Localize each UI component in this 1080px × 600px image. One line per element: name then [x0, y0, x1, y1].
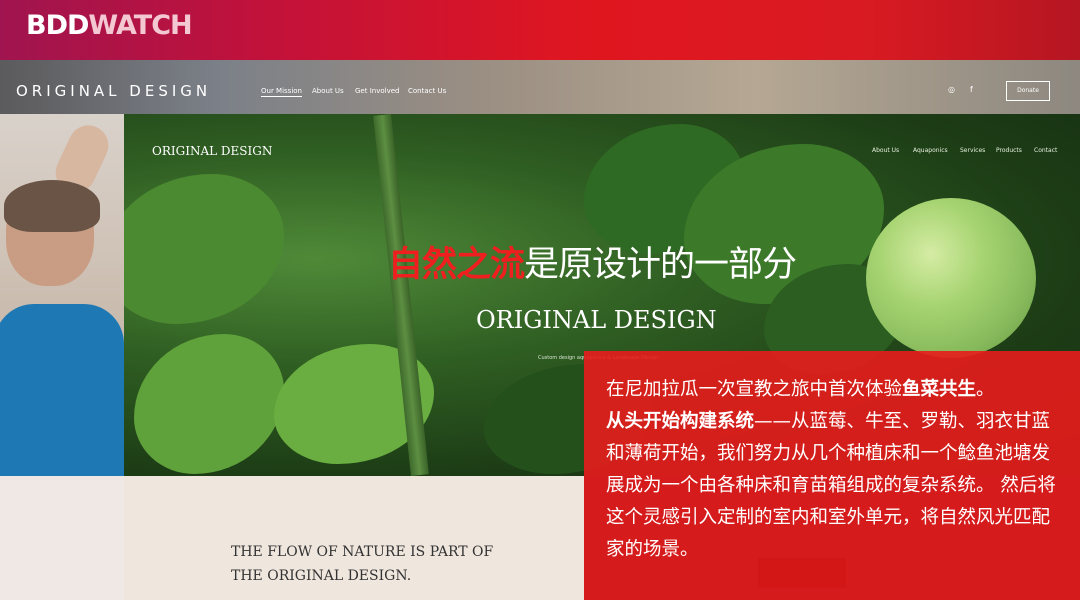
nav-our-mission[interactable]: Our Mission — [261, 87, 302, 97]
facebook-icon[interactable]: f — [970, 85, 973, 94]
site-logo[interactable]: ORIGINAL DESIGN — [16, 82, 211, 100]
brand-part1: BDD — [26, 10, 89, 41]
hero-nav-aquaponics[interactable]: Aquaponics — [913, 147, 948, 154]
caption-text: 在尼加拉瓜一次宣教之旅中首次体验鱼菜共生。从头开始构建系统——从蓝莓、牛至、罗勒… — [606, 374, 1066, 566]
hero-nav-about[interactable]: About Us — [872, 147, 899, 154]
child-photo — [0, 114, 124, 476]
nav-get-involved[interactable]: Get Involved — [355, 87, 399, 95]
nav-contact-us[interactable]: Contact Us — [408, 87, 446, 95]
hero-nav-products[interactable]: Products — [996, 147, 1022, 154]
leaf-shape — [124, 174, 284, 324]
caption-p1: 在尼加拉瓜一次宣教之旅中首次体验 — [606, 379, 903, 400]
watermark-bar: BDDWATCH — [0, 0, 1080, 60]
brand-part2: WATCH — [88, 10, 192, 41]
caption-box: 在尼加拉瓜一次宣教之旅中首次体验鱼菜共生。从头开始构建系统——从蓝莓、牛至、罗勒… — [584, 351, 1080, 600]
site-header: ORIGINAL DESIGN Our Mission About Us Get… — [0, 60, 1080, 114]
nav-about-us[interactable]: About Us — [312, 87, 344, 95]
photo-hair — [4, 180, 100, 232]
headline-highlight: 自然之流 — [388, 245, 525, 285]
donate-button[interactable]: Donate — [1006, 81, 1050, 101]
instagram-icon[interactable]: ◎ — [948, 85, 955, 94]
caption-p2-bold: 从头开始构建系统 — [606, 411, 755, 432]
leaf-shape — [134, 334, 284, 474]
caption-p1-end: 。 — [976, 379, 995, 400]
hero-site-logo[interactable]: ORIGINAL DESIGN — [152, 144, 272, 158]
photo-shirt — [0, 304, 124, 476]
caption-p1-bold: 鱼菜共生 — [902, 379, 977, 400]
caption-p2: ——从蓝莓、牛至、罗勒、羽衣甘蓝和薄荷开始，我们努力从几个种植床和一个鲶鱼池塘发… — [606, 411, 1056, 560]
flow-line-2: THE ORIGINAL DESIGN. — [231, 568, 412, 584]
headline-rest: 是原设计的一部分 — [524, 245, 797, 285]
lower-panel: THE FLOW OF NATURE IS PART OF THE ORIGIN… — [124, 476, 584, 600]
left-bottom-panel — [0, 476, 124, 600]
bddwatch-logo: BDDWATCH — [26, 10, 193, 41]
chinese-headline: 自然之流是原设计的一部分 — [388, 236, 797, 287]
green-tomato — [866, 198, 1036, 358]
hero-nav-services[interactable]: Services — [960, 147, 985, 154]
hero-title: ORIGINAL DESIGN — [476, 306, 717, 334]
flow-heading: THE FLOW OF NATURE IS PART OF THE ORIGIN… — [231, 540, 493, 588]
flow-line-1: THE FLOW OF NATURE IS PART OF — [231, 544, 494, 560]
hero-nav-contact[interactable]: Contact — [1034, 147, 1057, 154]
